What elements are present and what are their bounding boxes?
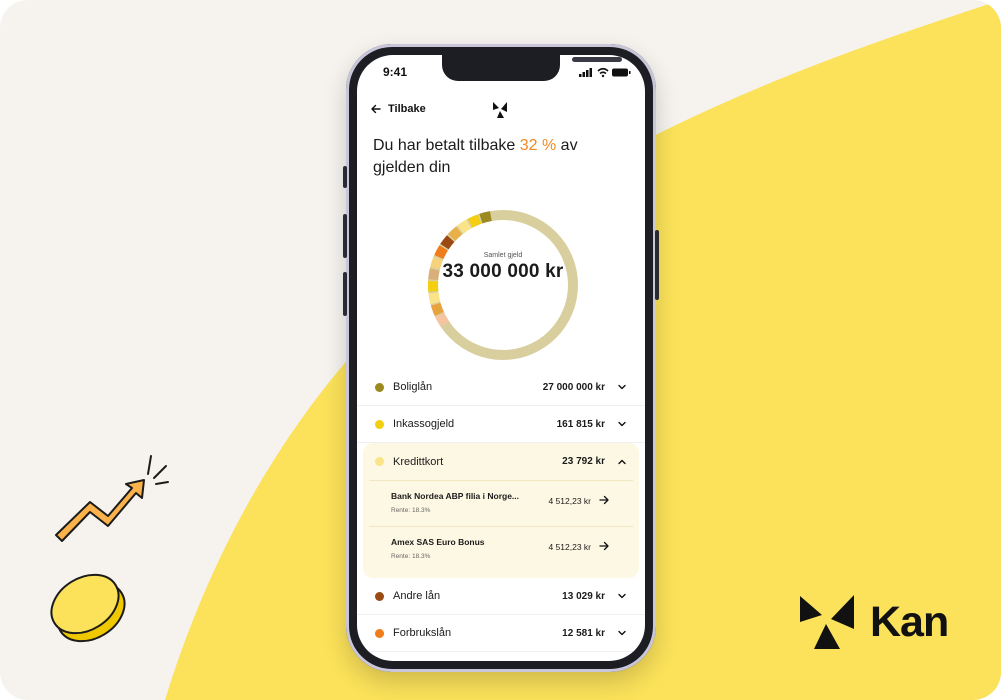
back-button[interactable]: Tilbake [371,103,426,115]
debt-name: Kredittkort [393,455,444,468]
account-bank-name: Amex SAS Euro Bonus [391,537,485,547]
top-nav: Tilbake [357,99,645,123]
brand-name: Kan [870,597,949,646]
debt-name: Andre lån [393,590,441,602]
debt-row[interactable]: Kredittkort 23 792 kr [363,443,639,480]
chevron-down-icon [618,384,626,390]
debt-color-dot [375,628,384,638]
kan-star-icon [800,595,854,649]
signal-wifi-battery-icon [579,67,631,78]
debt-amount: 161 815 kr [556,418,605,430]
debt-color-dot [375,419,384,429]
arrow-left-icon [371,104,381,114]
phone-mockup: 9:41 Tilbake Du har betalt tilbake 32 % … [343,44,659,672]
donut-paid-segment [440,235,455,250]
debt-color-dot [375,591,384,601]
phone-power-button [655,230,659,300]
chevron-down-icon [618,593,626,599]
debt-amount: 13 029 kr [562,590,605,602]
account-rate: Rente: 18.3% [391,507,431,514]
account-row[interactable]: Bank Nordea ABP filia i Norge... Rente: … [369,480,633,526]
arrow-right-icon [599,495,609,505]
donut-caption: Samlet gjeld [483,252,523,259]
paid-percent: 32 % [519,137,557,154]
chevron-down-icon [618,630,626,636]
donut-paid-segment [447,226,463,241]
account-rate: Rente: 18.3% [391,553,431,560]
donut-paid-segment [479,211,492,224]
status-icons [579,65,631,83]
headline-prefix: Du har betalt tilbake [373,137,520,154]
debt-amount: 12 581 kr [562,627,605,639]
coin-icon [50,573,126,643]
chevron-up-icon [618,459,626,464]
debt-amount: 23 792 kr [562,456,605,467]
phone-volume-up-button [343,214,347,258]
donut-paid-segment [428,292,441,305]
debt-donut-chart [428,210,578,360]
trend-up-arrow-icon [55,455,169,542]
donut-paid-segment [457,219,472,234]
debt-amount: 27 000 000 kr [542,381,605,393]
debt-name: Inkassogjeld [393,418,455,430]
debt-list: Boliglån 27 000 000 kr Inkassogjeld 161 … [357,369,645,652]
debt-group-expanded: Kredittkort 23 792 kr Bank Nordea ABP fi… [363,443,639,578]
promo-canvas: 9:41 Tilbake Du har betalt tilbake 32 % … [0,0,1001,700]
kan-star-icon [493,102,507,118]
phone-volume-down-button [343,272,347,316]
phone-notch [442,55,622,81]
account-row[interactable]: Amex SAS Euro Bonus Rente: 18.3% 4 512,2… [369,526,633,572]
debt-color-dot [375,382,384,392]
kan-brand-logo: Kan [798,593,949,651]
debt-row[interactable]: Forbrukslån 12 581 kr [357,615,645,652]
donut-paid-segment [467,214,482,228]
back-label: Tilbake [388,103,426,115]
debt-row[interactable]: Boliglån 27 000 000 kr [357,369,645,406]
debt-row[interactable]: Inkassogjeld 161 815 kr [357,406,645,443]
donut-paid-segment [430,302,444,316]
arrow-right-icon [599,541,609,551]
status-time: 9:41 [383,65,408,79]
phone-screen: 9:41 Tilbake Du har betalt tilbake 32 % … [357,55,645,661]
donut-total: 33 000 000 kr [442,261,564,282]
debt-row[interactable]: Andre lån 13 029 kr [357,578,645,615]
account-bank-name: Bank Nordea ABP filia i Norge... [391,491,520,501]
donut-paid-segment [435,313,450,327]
account-amount: 4 512,23 kr [548,496,591,506]
account-amount: 4 512,23 kr [548,542,591,552]
phone-mute-button [343,166,347,188]
chevron-down-icon [618,421,626,427]
page-title: Du har betalt tilbake 32 % av gjelden di… [373,135,633,179]
debt-color-dot [375,457,384,466]
debt-name: Boliglån [393,381,433,393]
debt-name: Forbrukslån [393,627,452,639]
